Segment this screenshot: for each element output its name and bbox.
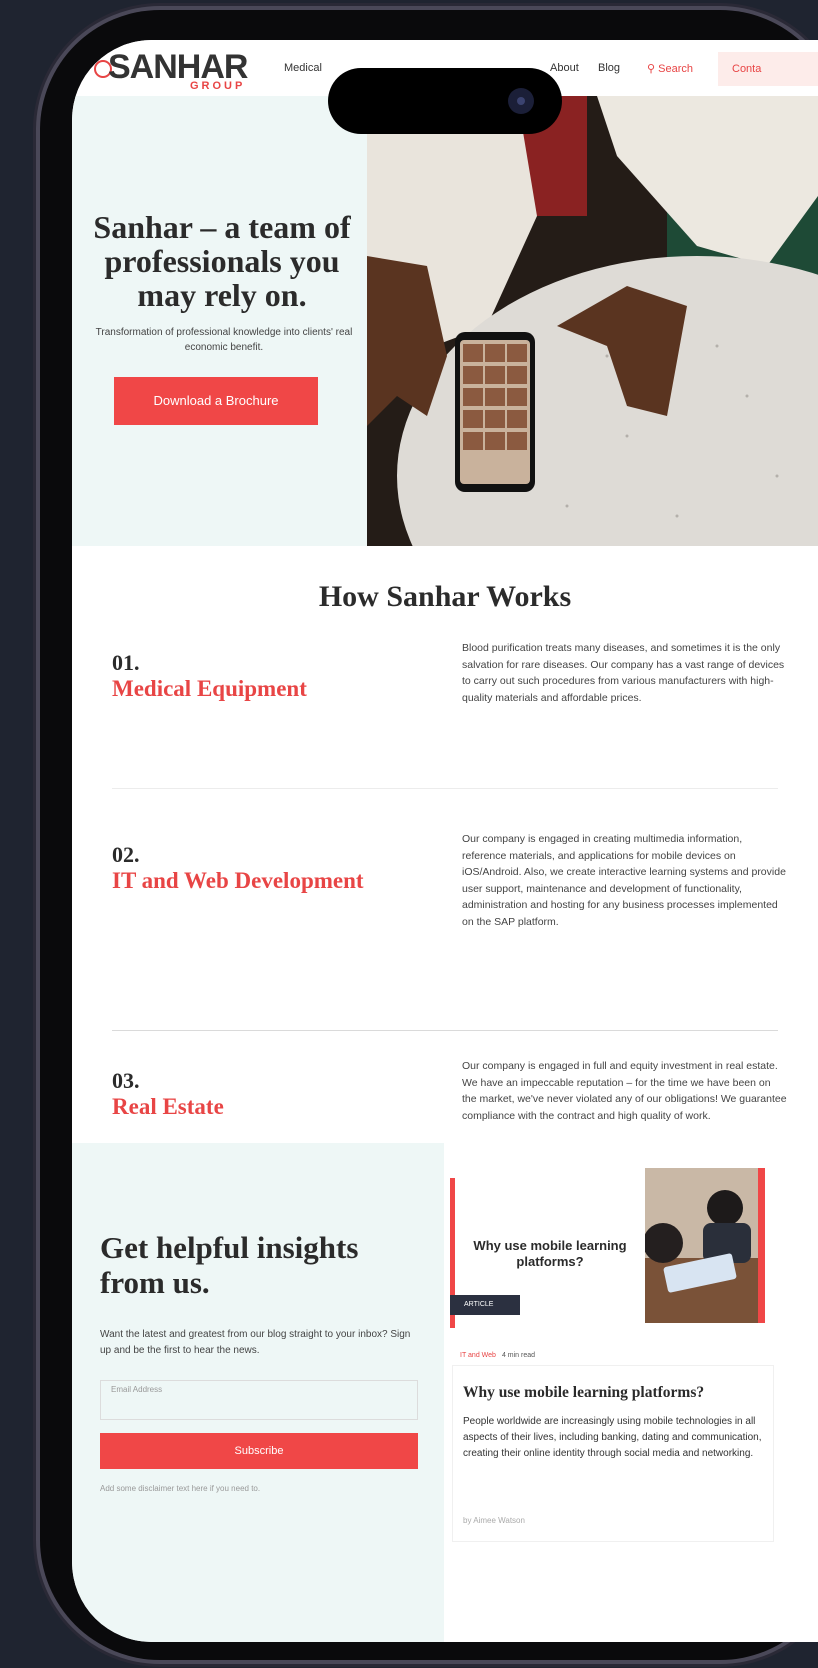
work-item-title: Medical Equipment: [112, 676, 307, 701]
nav-item-about[interactable]: About: [550, 62, 579, 74]
newsletter-disclaimer: Add some disclaimer text here if you nee…: [100, 1484, 261, 1493]
article-badge: ARTICLE: [450, 1295, 520, 1315]
article-photo-illustration: [645, 1168, 765, 1323]
contact-button[interactable]: Conta: [718, 52, 818, 86]
works-section-title: How Sanhar Works: [318, 580, 572, 613]
article-excerpt: People worldwide are increasingly using …: [463, 1416, 762, 1459]
hero-subtitle: Transformation of professional knowledge…: [95, 327, 353, 353]
work-item-description: Blood purification treats many diseases,…: [462, 642, 785, 704]
hero-title: Sanhar – a team of professionals you may…: [93, 209, 351, 313]
work-item-number: 01.: [112, 650, 140, 675]
dynamic-island: [328, 68, 562, 134]
logo[interactable]: SANHAR: [94, 50, 248, 84]
hero-photo-illustration: [367, 96, 818, 546]
search-link[interactable]: ⚲ Search: [647, 62, 693, 75]
work-item-title: Real Estate: [112, 1094, 224, 1119]
article-author: by Aimee Watson: [463, 1516, 525, 1525]
article-photo: [645, 1168, 765, 1323]
nav-item-medical[interactable]: Medical: [284, 62, 322, 74]
article-meta: IT and Web 4 min read: [460, 1352, 535, 1359]
article-thumbnail[interactable]: Why use mobile learning platforms? ARTIC…: [450, 1168, 765, 1333]
phone-volume-down: [33, 585, 39, 695]
camera-icon: [508, 88, 534, 114]
phone-volume-up: [33, 430, 39, 540]
work-item-number: 03.: [112, 1068, 140, 1093]
search-label: Search: [658, 63, 693, 75]
nav-item-blog[interactable]: Blog: [598, 62, 620, 74]
work-item-description: Our company is engaged in full and equit…: [462, 1060, 787, 1122]
work-item-number: 02.: [112, 842, 140, 867]
download-brochure-button[interactable]: Download a Brochure: [114, 377, 318, 425]
hero-text-panel: [72, 96, 367, 546]
email-field[interactable]: Email Address: [100, 1380, 418, 1420]
work-item-title: IT and Web Development: [112, 868, 364, 893]
subscribe-button[interactable]: Subscribe: [100, 1433, 418, 1469]
phone-side-button: [33, 320, 39, 372]
hero-photo: [367, 96, 818, 546]
section-divider: [112, 788, 778, 789]
search-icon: ⚲: [647, 63, 656, 75]
article-thumbnail-title: Why use mobile learning platforms?: [473, 1238, 627, 1269]
article-category[interactable]: IT and Web: [460, 1352, 496, 1359]
section-divider: [112, 1030, 778, 1031]
article-card[interactable]: Why use mobile learning platforms? Peopl…: [452, 1365, 774, 1542]
logo-subtext: GROUP: [190, 80, 246, 92]
phone-screen: SANHAR GROUP Medical About Blog ⚲ Search…: [72, 40, 818, 1642]
newsletter-title: Get helpful insights from us.: [100, 1230, 359, 1300]
work-item-description: Our company is engaged in creating multi…: [462, 833, 786, 928]
article-read-time: 4 min read: [501, 1352, 536, 1359]
newsletter-subtitle: Want the latest and greatest from our bl…: [100, 1329, 411, 1356]
article-title[interactable]: Why use mobile learning platforms?: [463, 1384, 704, 1402]
